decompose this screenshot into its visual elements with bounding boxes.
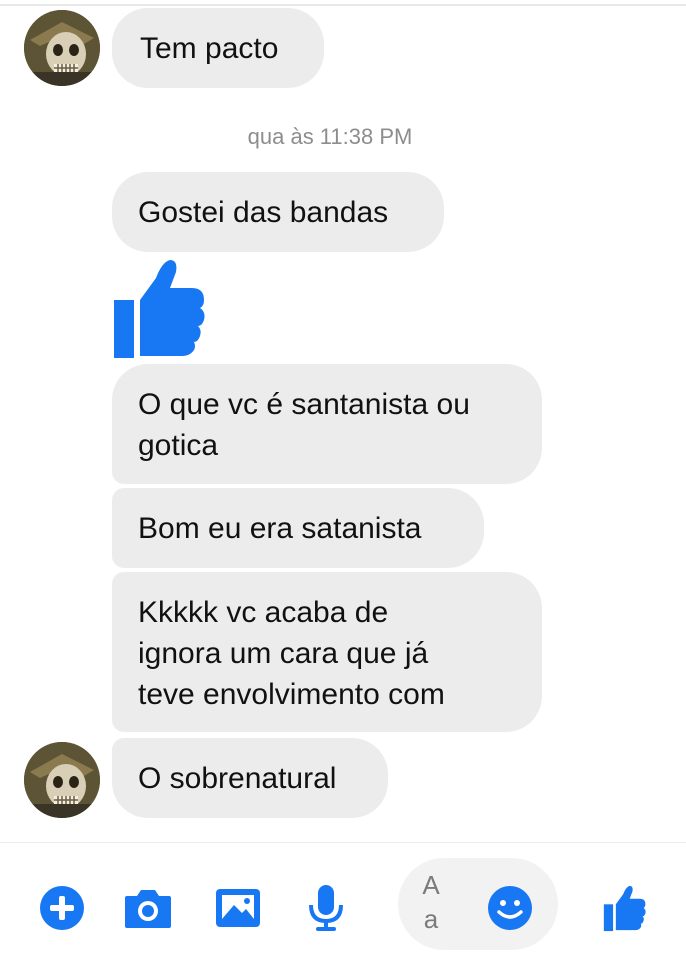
avatar-image — [24, 10, 100, 86]
camera-icon — [125, 890, 171, 928]
contact-avatar[interactable] — [24, 10, 100, 86]
message-bubble[interactable]: Kkkkk vc acaba de ignora um cara que já … — [112, 572, 542, 732]
message-text: Kkkkk vc acaba de ignora um cara que já … — [138, 596, 445, 711]
emoji-button[interactable] — [482, 880, 538, 936]
message-timestamp: qua às 11:38 PM — [247, 124, 413, 149]
thumbs-up-icon — [603, 885, 646, 932]
message-text: Bom eu era satanista — [138, 512, 422, 545]
contact-avatar[interactable] — [24, 742, 100, 818]
message-bubble[interactable]: Gostei das bandas — [112, 172, 444, 252]
message-bubble[interactable]: Bom eu era satanista — [112, 488, 484, 568]
message-bubble[interactable]: Tem pacto — [112, 8, 324, 88]
top-divider — [0, 4, 686, 6]
composer-divider — [0, 842, 686, 843]
avatar-image — [24, 742, 100, 818]
message-bubble[interactable]: O sobrenatural — [112, 738, 388, 818]
thumbs-up-icon — [114, 260, 205, 358]
plus-button[interactable] — [34, 880, 90, 936]
image-icon — [216, 889, 260, 927]
gallery-button[interactable] — [210, 880, 266, 936]
like-button[interactable] — [598, 880, 654, 936]
microphone-button[interactable] — [298, 880, 354, 936]
message-text: O sobrenatural — [138, 762, 337, 795]
message-text: Tem pacto — [140, 32, 279, 65]
message-text: O que vc é santanista ou gotica — [138, 388, 470, 462]
camera-button[interactable] — [120, 880, 176, 936]
message-bubble[interactable]: O que vc é santanista ou gotica — [112, 364, 542, 484]
emoji-icon — [488, 886, 532, 930]
message-text: Gostei das bandas — [138, 196, 389, 229]
sent-thumbs-up-icon — [112, 256, 212, 360]
plus-icon — [40, 886, 84, 930]
microphone-icon — [309, 885, 343, 931]
message-input-placeholder: Aa — [422, 870, 440, 934]
